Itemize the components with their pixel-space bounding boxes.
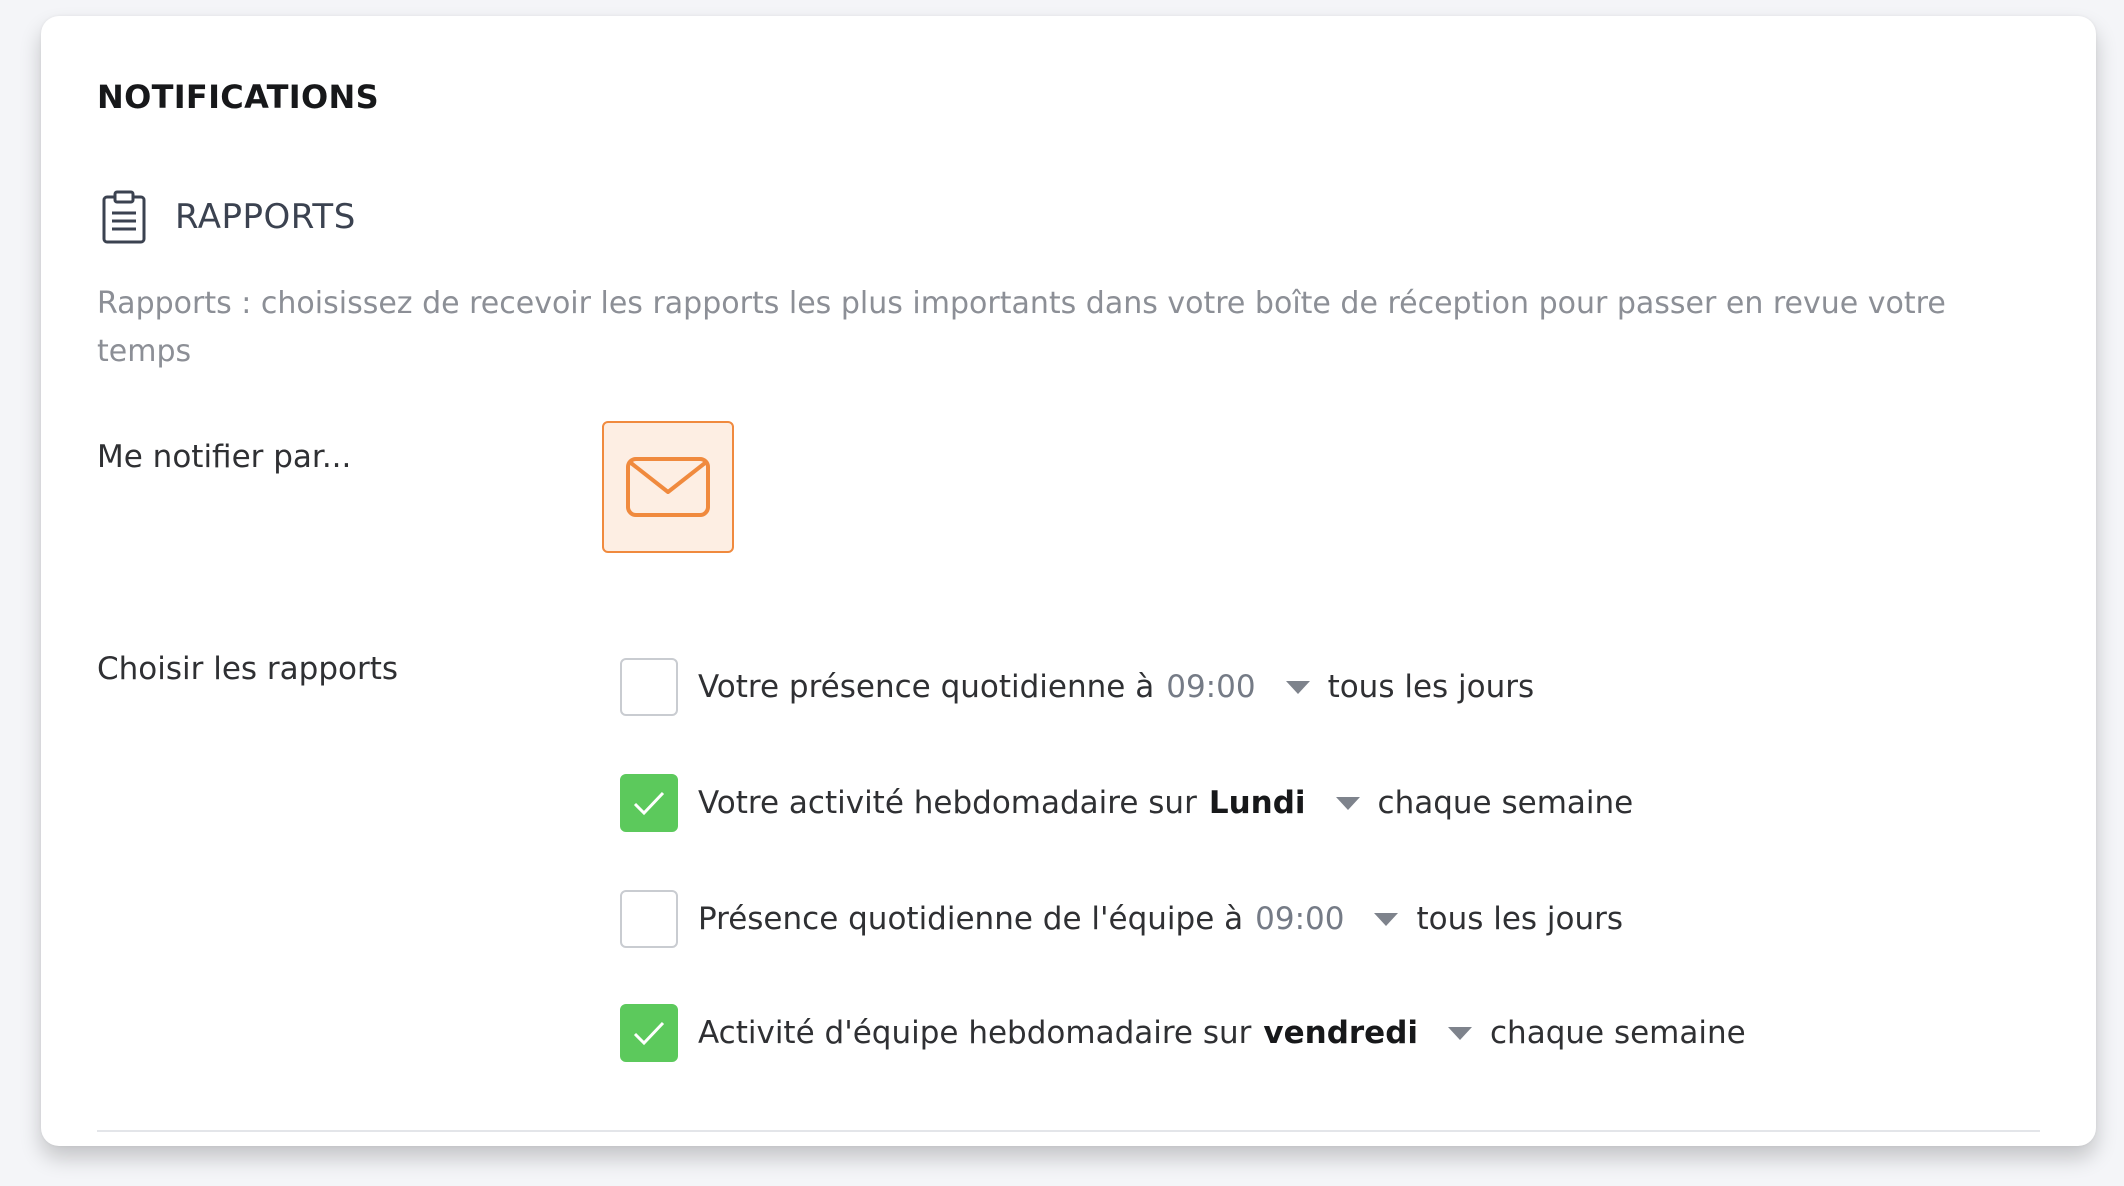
report-checkbox[interactable] (620, 774, 678, 832)
caret-down-icon (1448, 1026, 1473, 1040)
report-value: Lundi (1208, 785, 1306, 821)
report-value-select[interactable]: 09:00 (1166, 669, 1310, 705)
caret-down-icon (1285, 680, 1310, 694)
report-checkbox[interactable] (620, 658, 678, 716)
report-value: vendredi (1263, 1015, 1419, 1051)
email-channel-button[interactable] (602, 421, 734, 553)
report-frequency[interactable]: chaque semaine (1378, 785, 1634, 821)
report-text: Présence quotidienne de l'équipe à (698, 901, 1244, 937)
report-text: Activité d'équipe hebdomadaire sur (698, 1015, 1252, 1051)
notifications-card: NOTIFICATIONS RAPPORTS Rapports : choisi… (41, 16, 2096, 1146)
clipboard-icon (102, 190, 146, 244)
report-checkbox[interactable] (620, 890, 678, 948)
report-option: Votre présence quotidienne à 09:00 tous … (620, 658, 1534, 716)
report-option: Activité d'équipe hebdomadaire sur vendr… (620, 1004, 1746, 1062)
envelope-icon (626, 457, 710, 517)
report-option: Présence quotidienne de l'équipe à 09:00… (620, 890, 1623, 948)
report-value-select[interactable]: 09:00 (1255, 901, 1399, 937)
section-description: Rapports : choisissez de recevoir les ra… (97, 286, 1946, 369)
report-value-select[interactable]: Lundi (1209, 785, 1360, 821)
report-text: Votre présence quotidienne à (698, 669, 1155, 705)
checkmark-icon (633, 1021, 665, 1046)
report-option: Votre activité hebdomadaire sur Lundi ch… (620, 774, 1633, 832)
report-frequency[interactable]: chaque semaine (1490, 1015, 1746, 1051)
page-title: NOTIFICATIONS (97, 78, 379, 116)
divider (97, 1130, 2040, 1132)
caret-down-icon (1335, 796, 1360, 810)
report-frequency[interactable]: tous les jours (1328, 669, 1535, 705)
report-frequency[interactable]: tous les jours (1416, 901, 1623, 937)
section-header: RAPPORTS (101, 189, 356, 245)
report-text: Votre activité hebdomadaire sur (698, 785, 1197, 821)
report-value-select[interactable]: vendredi (1263, 1015, 1473, 1051)
reports-label: Choisir les rapports (97, 651, 399, 687)
caret-down-icon (1374, 912, 1399, 926)
report-value: 09:00 (1255, 901, 1345, 937)
report-checkbox[interactable] (620, 1004, 678, 1062)
notify-label: Me notifier par... (97, 439, 352, 475)
checkmark-icon (633, 791, 665, 816)
report-value: 09:00 (1166, 669, 1256, 705)
section-title: RAPPORTS (175, 197, 356, 237)
